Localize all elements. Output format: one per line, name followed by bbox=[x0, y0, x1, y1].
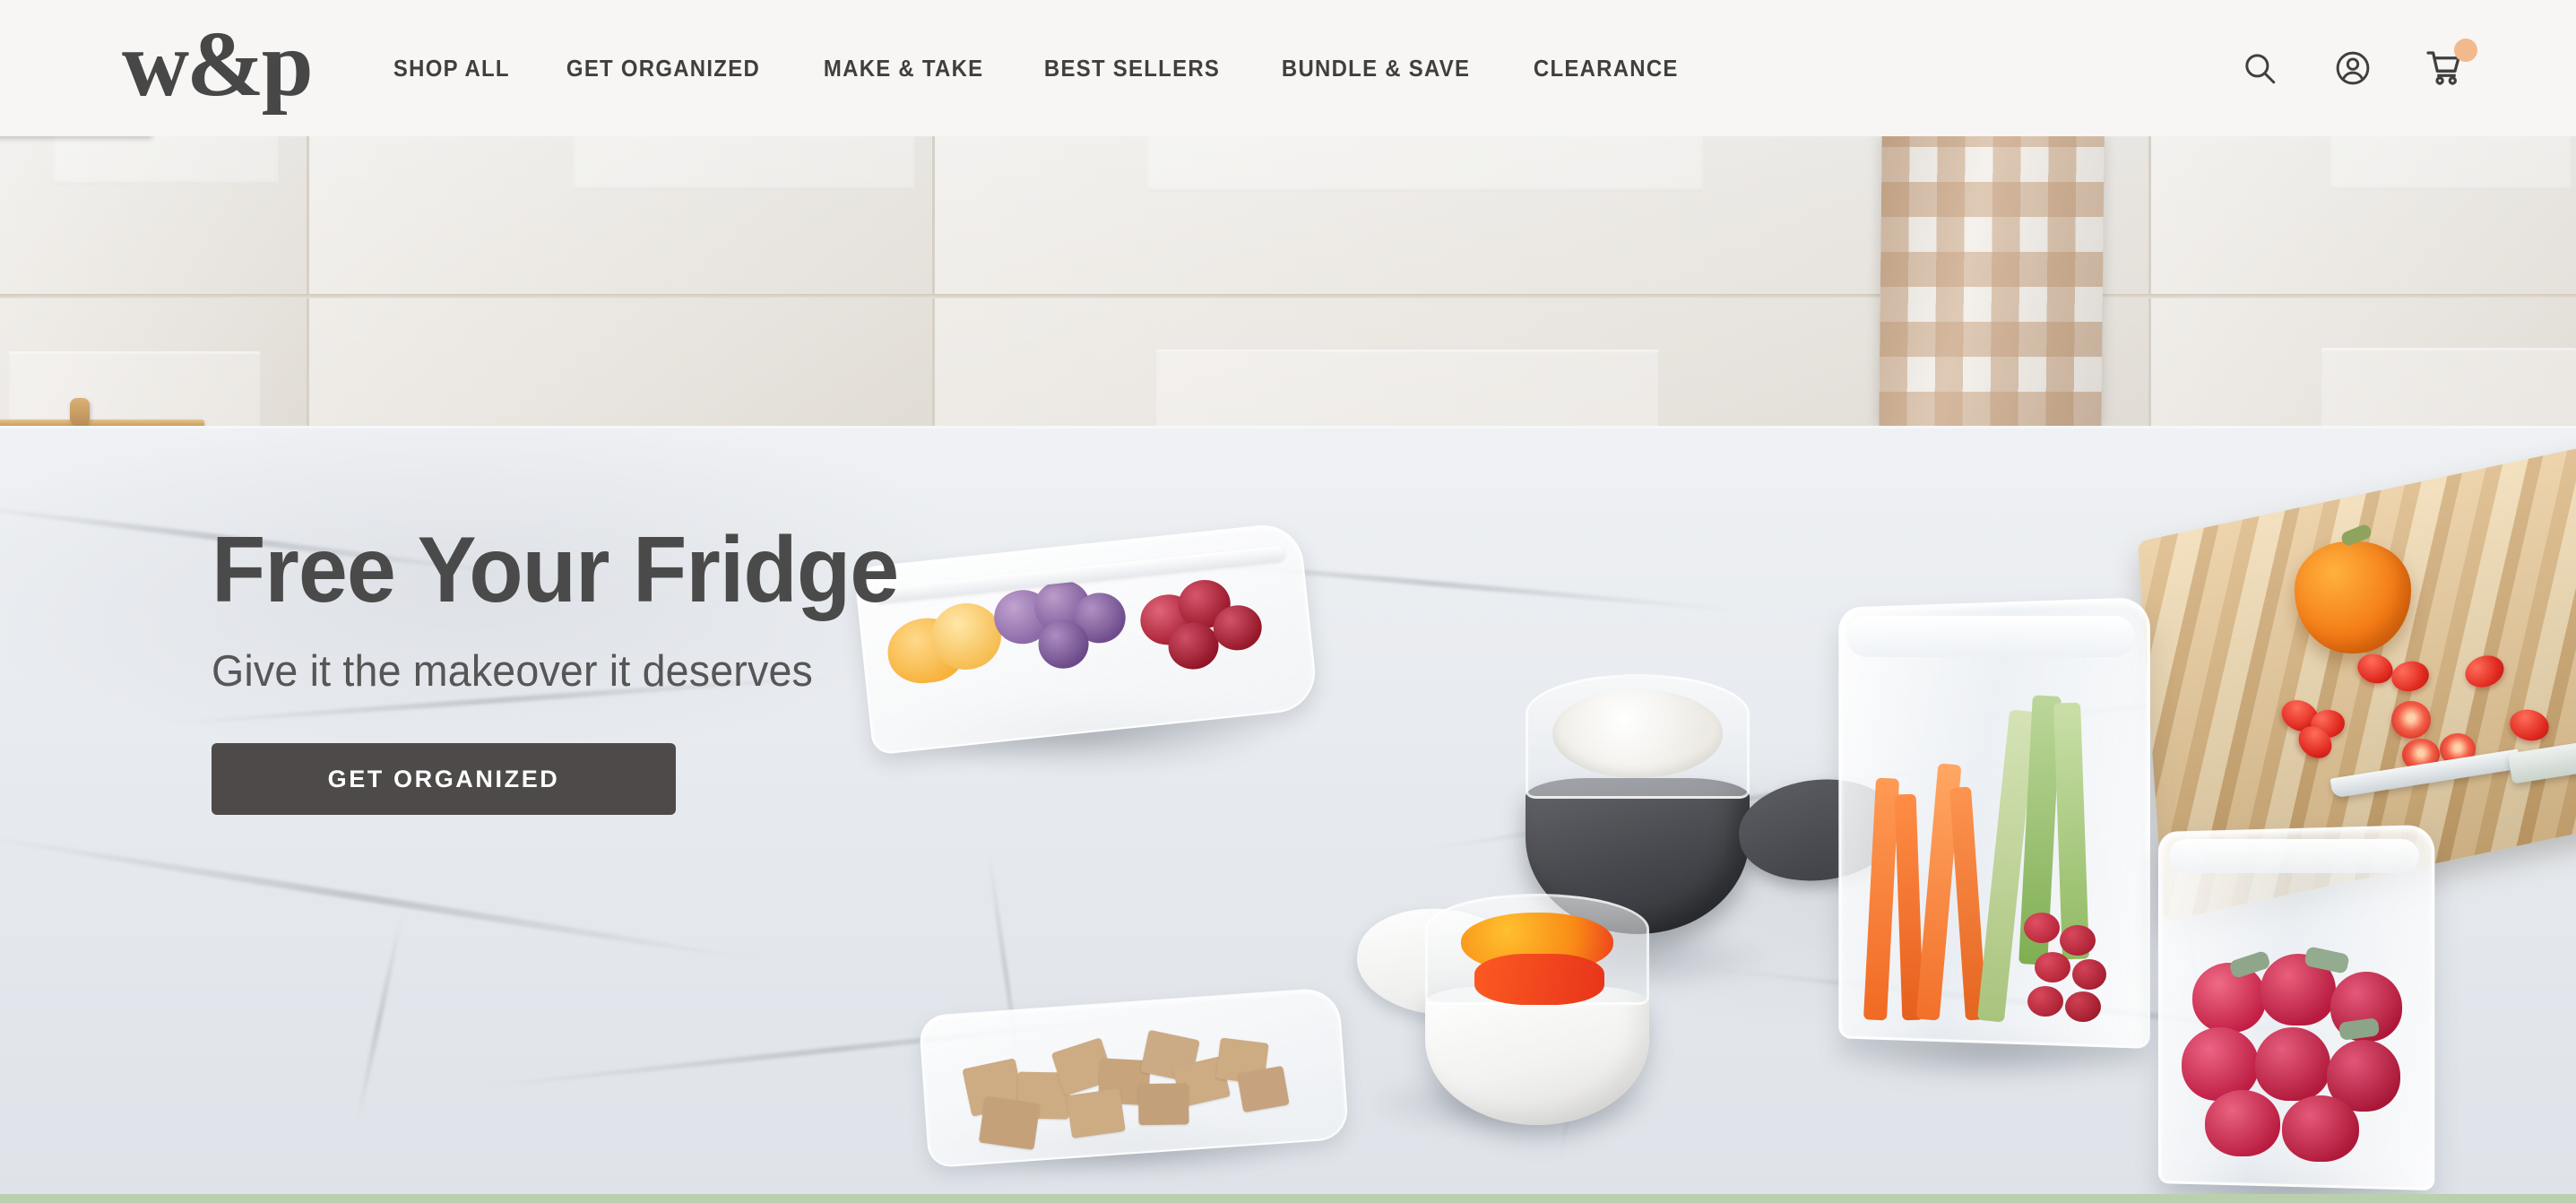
bag-seal bbox=[2168, 839, 2419, 873]
header-actions bbox=[2235, 39, 2477, 92]
next-section-strip bbox=[0, 1194, 2576, 1203]
reusable-bag-crackers bbox=[918, 986, 1350, 1169]
grape-tomato bbox=[2035, 952, 2070, 982]
kitchen-cabinets-backdrop bbox=[0, 136, 2576, 434]
strawberry bbox=[2205, 1090, 2280, 1156]
main-navigation: SHOP ALL GET ORGANIZED MAKE & TAKE BEST … bbox=[372, 46, 1716, 91]
strawberry bbox=[2282, 1095, 2359, 1162]
site-header: w&p SHOP ALL GET ORGANIZED MAKE & TAKE B… bbox=[0, 0, 2576, 136]
site-logo[interactable]: w&p bbox=[122, 18, 314, 118]
grape-tomato bbox=[2060, 925, 2096, 956]
hero-title: Free Your Fridge bbox=[212, 518, 899, 622]
grape-tomato bbox=[2072, 959, 2106, 990]
account-icon bbox=[2336, 51, 2370, 85]
nav-best-sellers[interactable]: BEST SELLERS bbox=[1023, 46, 1241, 91]
grape-tomato bbox=[2024, 913, 2060, 943]
nav-shop-all[interactable]: SHOP ALL bbox=[372, 46, 532, 91]
standing-bag-strawberries bbox=[2155, 824, 2435, 1191]
grape-tomato bbox=[2027, 986, 2063, 1017]
bag-seal bbox=[1846, 615, 2135, 657]
search-icon bbox=[2245, 54, 2276, 84]
nav-get-organized[interactable]: GET ORGANIZED bbox=[545, 46, 782, 91]
porter-bowl-white bbox=[1425, 894, 1649, 1125]
hero-banner: Free Your Fridge Give it the makeover it… bbox=[0, 136, 2576, 1194]
standing-bag-vegetables bbox=[1834, 597, 2150, 1049]
gingham-towel bbox=[1879, 136, 2105, 427]
nav-make-take[interactable]: MAKE & TAKE bbox=[802, 46, 1005, 91]
strawberry bbox=[2255, 1027, 2330, 1101]
hero-subtitle: Give it the makeover it deserves bbox=[212, 647, 813, 697]
nav-clearance[interactable]: CLEARANCE bbox=[1512, 46, 1700, 91]
rice-contents bbox=[1552, 689, 1723, 778]
account-button[interactable] bbox=[2329, 44, 2377, 92]
page-root: w&p SHOP ALL GET ORGANIZED MAKE & TAKE B… bbox=[0, 0, 2576, 1203]
grape-tomato-half bbox=[2391, 701, 2431, 739]
hero-cta-button[interactable]: GET ORGANIZED bbox=[212, 743, 676, 816]
grape-tomato bbox=[2065, 991, 2101, 1022]
strawberry bbox=[2192, 963, 2266, 1033]
nav-bundle-save[interactable]: BUNDLE & SAVE bbox=[1260, 46, 1491, 91]
search-button[interactable] bbox=[2235, 44, 2284, 92]
hero-copy: Free Your Fridge Give it the makeover it… bbox=[212, 518, 935, 816]
cart-badge bbox=[2454, 39, 2477, 62]
cart-button[interactable] bbox=[2422, 39, 2477, 92]
